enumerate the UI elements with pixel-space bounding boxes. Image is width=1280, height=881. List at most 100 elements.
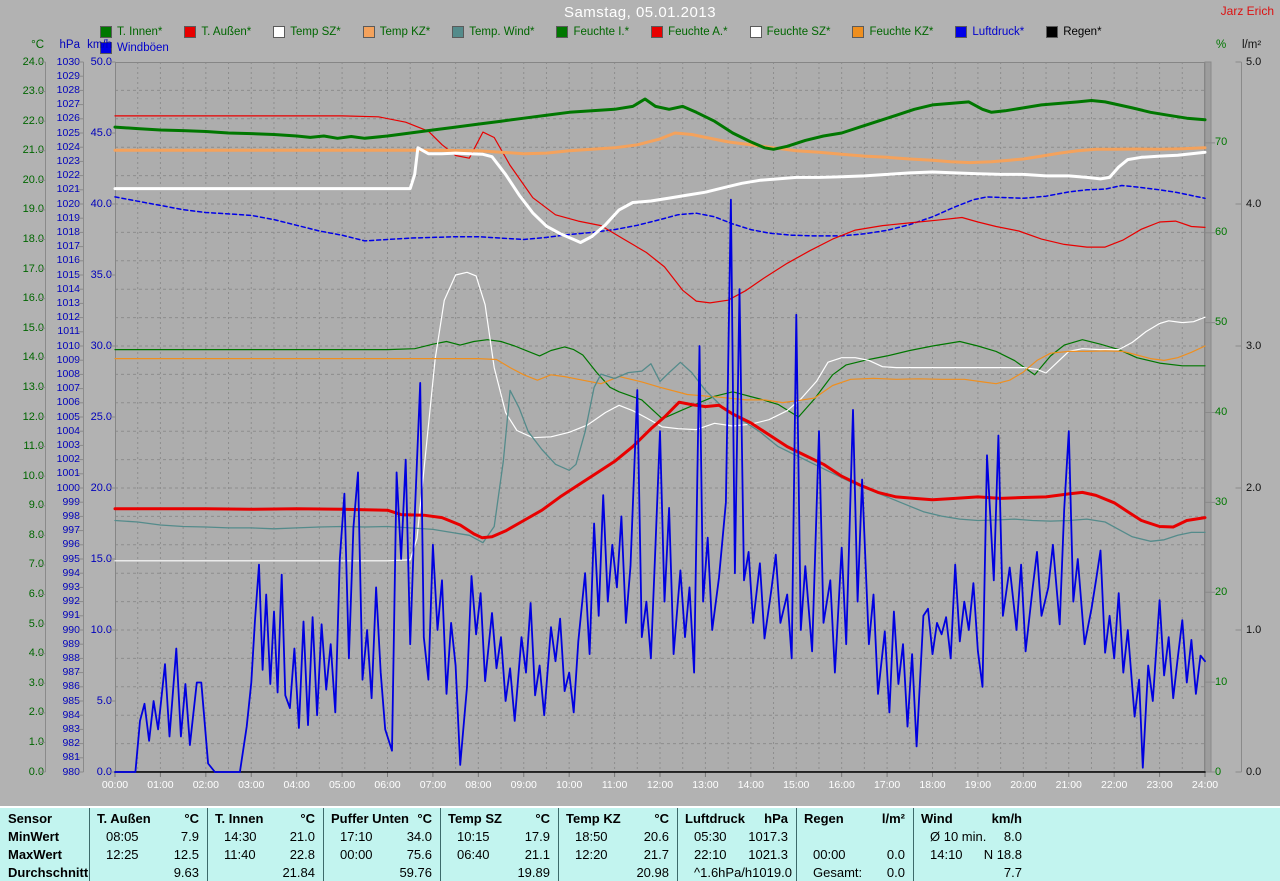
sensor-name: Temp KZ [566,811,621,826]
cell-time: 12:25 [106,847,139,862]
cell-time: 14:10 [930,847,963,862]
sensor-unit: l/m² [881,811,905,826]
sensor-unit: °C [654,811,669,826]
cell-value: 7.9 [180,829,199,844]
table-row: 10:15 17.9 [441,828,558,846]
table-row: 05:30 1017.3 [678,828,796,846]
sensor-unit: °C [184,811,199,826]
cell-value: 9.63 [173,865,199,880]
plot-right-bar [1204,61,1212,773]
column-header: T. Außen °C [90,810,207,828]
table-row: 08:05 7.9 [90,828,207,846]
cell-value: 0.0 [886,865,905,880]
cell-value: 21.84 [282,865,315,880]
sensor-name: Puffer Unten [331,811,409,826]
sensor-unit: km/h [991,811,1022,826]
sensor-unit: °C [535,811,550,826]
cell-time: 00:00 [340,847,373,862]
cell-value: 1017.3 [748,829,788,844]
table-row: 14:30 21.0 [208,828,323,846]
table-col-4: Temp SZ °C 10:15 17.9 06:40 21.1 19.89 [440,808,558,881]
column-header: T. Innen °C [208,810,323,828]
cell-time: ^1.6hPa/h [694,865,753,880]
cell-time: 14:30 [224,829,257,844]
table-row: 12:20 21.7 [559,846,677,864]
row-label: Sensor [8,811,53,826]
column-header: Wind km/h [914,810,1030,828]
cell-value: 34.0 [406,829,432,844]
cell-value: N 18.8 [983,847,1022,862]
table-row: 06:40 21.1 [441,846,558,864]
row-label: MaxWert [8,847,62,862]
table-row: 12:25 12.5 [90,846,207,864]
column-header: Puffer Unten °C [324,810,440,828]
table-row: 11:40 22.8 [208,846,323,864]
chart-plot [38,61,1242,777]
cell-time: Ø 10 min. [930,829,987,844]
table-row: 19.89 [441,864,558,881]
cell-value: 75.6 [406,847,432,862]
sensor-name: Regen [804,811,844,826]
weather-station-day-view: Samstag, 05.01.2013 Jarz Erich T. Innen*… [0,0,1280,881]
table-col-1: T. Außen °C 08:05 7.9 12:25 12.5 9.63 [89,808,207,881]
table-row: 9.63 [90,864,207,881]
cell-time: 06:40 [457,847,490,862]
cell-value: 21.0 [289,829,315,844]
cell-time: 10:15 [457,829,490,844]
row-label: Durchschnitt [8,865,89,880]
cell-value: 17.9 [524,829,550,844]
cell-value: 19.89 [517,865,550,880]
cell-time: 00:00 [813,847,846,862]
table-row: 00:00 75.6 [324,846,440,864]
table-col-7: Regen l/m² 00:00 0.0 Gesamt: 0.0 [796,808,913,881]
cell-value: 20.98 [636,865,669,880]
sensor-name: Luftdruck [685,811,745,826]
cell-value: 7.7 [1003,865,1022,880]
table-row: 00:00 0.0 [797,846,913,864]
table-col-8: Wind km/h Ø 10 min. 8.0 14:10 N 18.8 7.7 [913,808,1030,881]
table-col-2: T. Innen °C 14:30 21.0 11:40 22.8 21.84 [207,808,323,881]
cell-value: 8.0 [1003,829,1022,844]
table-row: 14:10 N 18.8 [914,846,1030,864]
cell-value: 0.0 [886,847,905,862]
table-row: Gesamt: 0.0 [797,864,913,881]
cell-time: 18:50 [575,829,608,844]
sensor-unit: °C [417,811,432,826]
sensor-unit: hPa [764,811,788,826]
cell-time: 17:10 [340,829,373,844]
cell-time: 11:40 [224,847,256,862]
cell-value: 59.76 [399,865,432,880]
table-col-5: Temp KZ °C 18:50 20.6 12:20 21.7 20.98 [558,808,677,881]
cell-value: 12.5 [173,847,199,862]
table-row: Ø 10 min. 8.0 [914,828,1030,846]
table-row: 17:10 34.0 [324,828,440,846]
table-col-6: Luftdruck hPa 05:30 1017.3 22:10 1021.3 ^1.6hP… [677,808,796,881]
table-row: 22:10 1021.3 [678,846,796,864]
sensor-name: T. Außen [97,811,151,826]
cell-value: 22.8 [289,847,315,862]
table-col-3: Puffer Unten °C 17:10 34.0 00:00 75.6 59.76 [323,808,440,881]
cell-value: 21.7 [643,847,669,862]
column-header: Luftdruck hPa [678,810,796,828]
cell-value: 21.1 [524,847,550,862]
table-row: 18:50 20.6 [559,828,677,846]
cell-time: 22:10 [694,847,727,862]
cell-value: 20.6 [643,829,669,844]
cell-time: Gesamt: [813,865,863,880]
table-row: ^1.6hPa/h 1019.0 [678,864,796,881]
row-label: MinWert [8,829,60,844]
table-row: 59.76 [324,864,440,881]
cell-time: 08:05 [106,829,139,844]
column-header: Regen l/m² [797,810,913,828]
table-row [797,828,913,846]
table-row: 20.98 [559,864,677,881]
sensor-name: Wind [921,811,953,826]
table-row: 21.84 [208,864,323,881]
cell-time: 12:20 [575,847,608,862]
table-row: 7.7 [914,864,1030,881]
column-header: Temp SZ °C [441,810,558,828]
sensor-unit: °C [300,811,315,826]
table-col-sensor: Sensor MinWert MaxWert Durchschnitt [0,808,89,881]
cell-value: 1021.3 [748,847,788,862]
column-header: Temp KZ °C [559,810,677,828]
